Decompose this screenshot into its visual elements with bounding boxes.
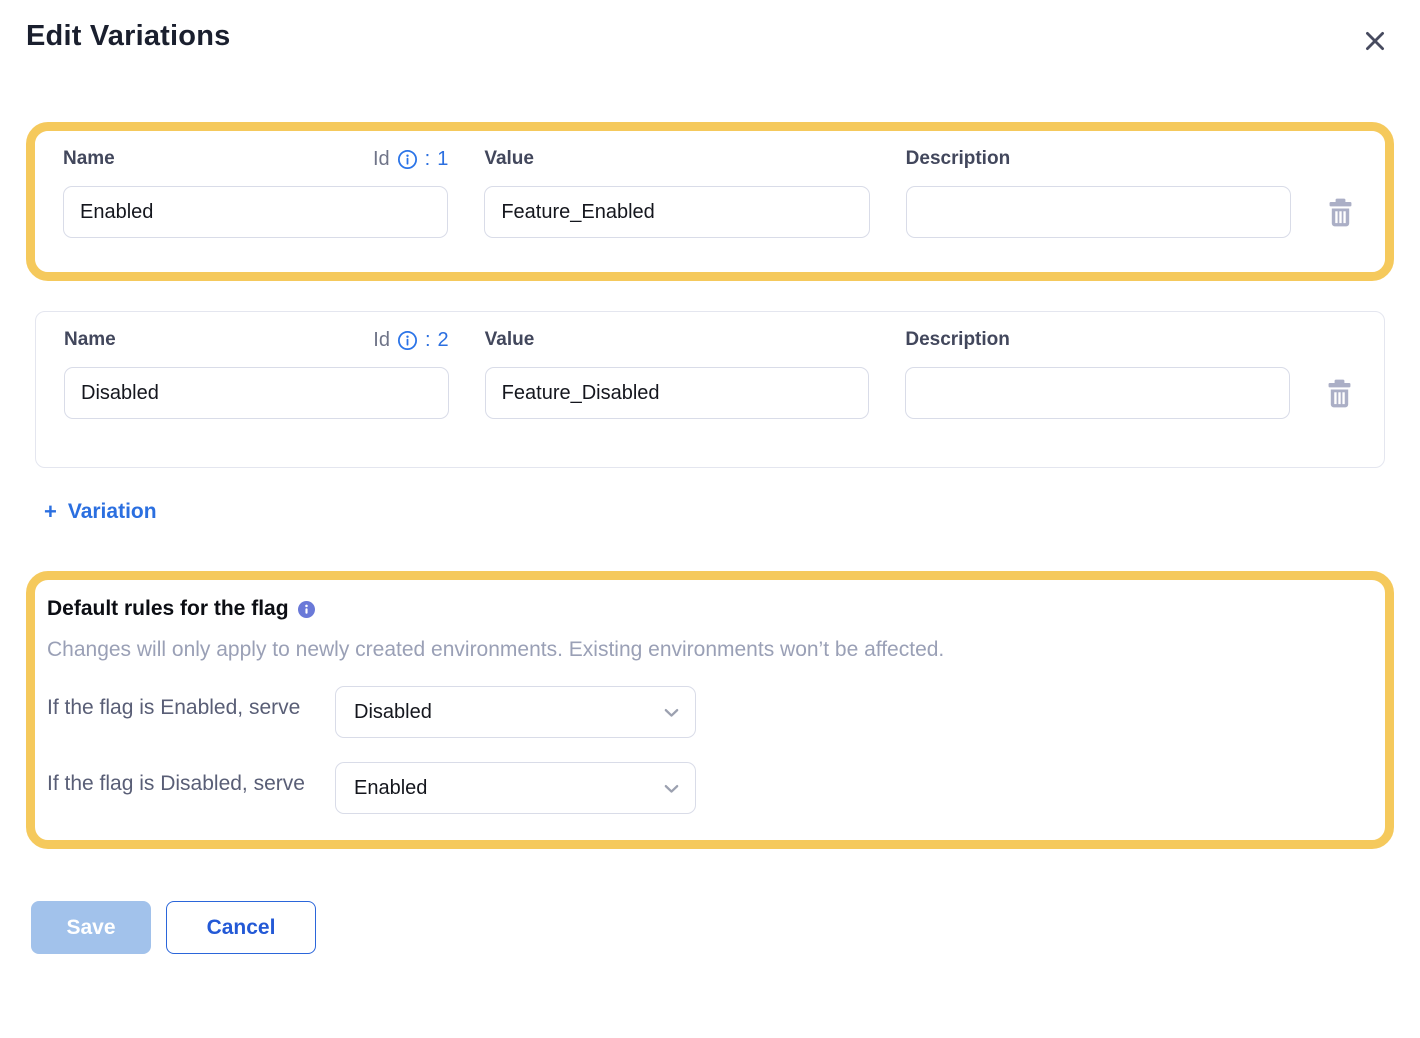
name-input[interactable] (64, 367, 449, 419)
name-input[interactable] (63, 186, 448, 238)
close-button[interactable] (1356, 22, 1394, 60)
dialog-footer: Save Cancel (31, 901, 1394, 954)
rule-label: If the flag is Disabled, serve (47, 762, 335, 800)
id-value: 2 (438, 329, 449, 352)
selected-option: Enabled (354, 777, 427, 800)
description-label: Description (905, 329, 1010, 351)
variation-row-1: Name Id : 1 Value (35, 131, 1385, 272)
info-filled-icon[interactable] (298, 601, 315, 618)
description-input[interactable] (905, 367, 1290, 419)
variation-row-1-highlight: Name Id : 1 Value (26, 122, 1394, 281)
plus-icon: + (44, 499, 57, 525)
variation-id-badge: Id : 2 (373, 329, 448, 352)
serve-when-disabled-select[interactable]: Enabled (335, 762, 696, 814)
edit-variations-dialog: Edit Variations Name Id : 1 (0, 0, 1420, 954)
value-field-group: Value (484, 146, 869, 238)
default-rules-title: Default rules for the flag (47, 597, 289, 621)
id-colon: : (425, 329, 431, 352)
description-field-group: Description (906, 146, 1291, 238)
value-input[interactable] (484, 186, 869, 238)
id-label: Id (373, 148, 390, 171)
add-variation-label: Variation (68, 500, 157, 524)
value-label: Value (485, 329, 535, 351)
default-rules-section: Default rules for the flag Changes will … (35, 580, 1385, 840)
chevron-down-icon (662, 703, 681, 722)
delete-variation-button[interactable] (1327, 198, 1357, 227)
description-input[interactable] (906, 186, 1291, 238)
value-input[interactable] (485, 367, 870, 419)
id-label: Id (373, 329, 390, 352)
trash-icon (1326, 379, 1356, 408)
serve-when-enabled-select[interactable]: Disabled (335, 686, 696, 738)
variation-id-badge: Id : 1 (373, 148, 448, 171)
page-title: Edit Variations (26, 20, 230, 53)
close-icon (1362, 28, 1388, 54)
selected-option: Disabled (354, 701, 432, 724)
rule-row-enabled: If the flag is Enabled, serve Disabled (47, 686, 1373, 738)
value-label: Value (484, 148, 534, 170)
name-label: Name (64, 329, 116, 351)
add-variation-button[interactable]: + Variation (44, 499, 157, 525)
id-colon: : (425, 148, 431, 171)
rule-row-disabled: If the flag is Disabled, serve Enabled (47, 762, 1373, 814)
default-rules-subtitle: Changes will only apply to newly created… (47, 638, 1373, 662)
info-icon[interactable] (397, 149, 418, 170)
chevron-down-icon (662, 779, 681, 798)
name-field-group: Name Id : 1 (63, 146, 448, 238)
name-field-group: Name Id : 2 (64, 327, 449, 419)
value-field-group: Value (485, 327, 870, 419)
description-field-group: Description (905, 327, 1290, 419)
delete-variation-button[interactable] (1326, 379, 1356, 408)
default-rules-highlight: Default rules for the flag Changes will … (26, 571, 1394, 849)
dialog-header: Edit Variations (26, 20, 1394, 60)
trash-icon (1327, 198, 1357, 227)
id-value: 1 (437, 148, 448, 171)
info-icon[interactable] (397, 330, 418, 351)
save-button[interactable]: Save (31, 901, 151, 954)
cancel-button[interactable]: Cancel (166, 901, 316, 954)
description-label: Description (906, 148, 1011, 170)
name-label: Name (63, 148, 115, 170)
variation-row-2: Name Id : 2 Value Description (35, 311, 1385, 468)
rule-label: If the flag is Enabled, serve (47, 686, 335, 724)
